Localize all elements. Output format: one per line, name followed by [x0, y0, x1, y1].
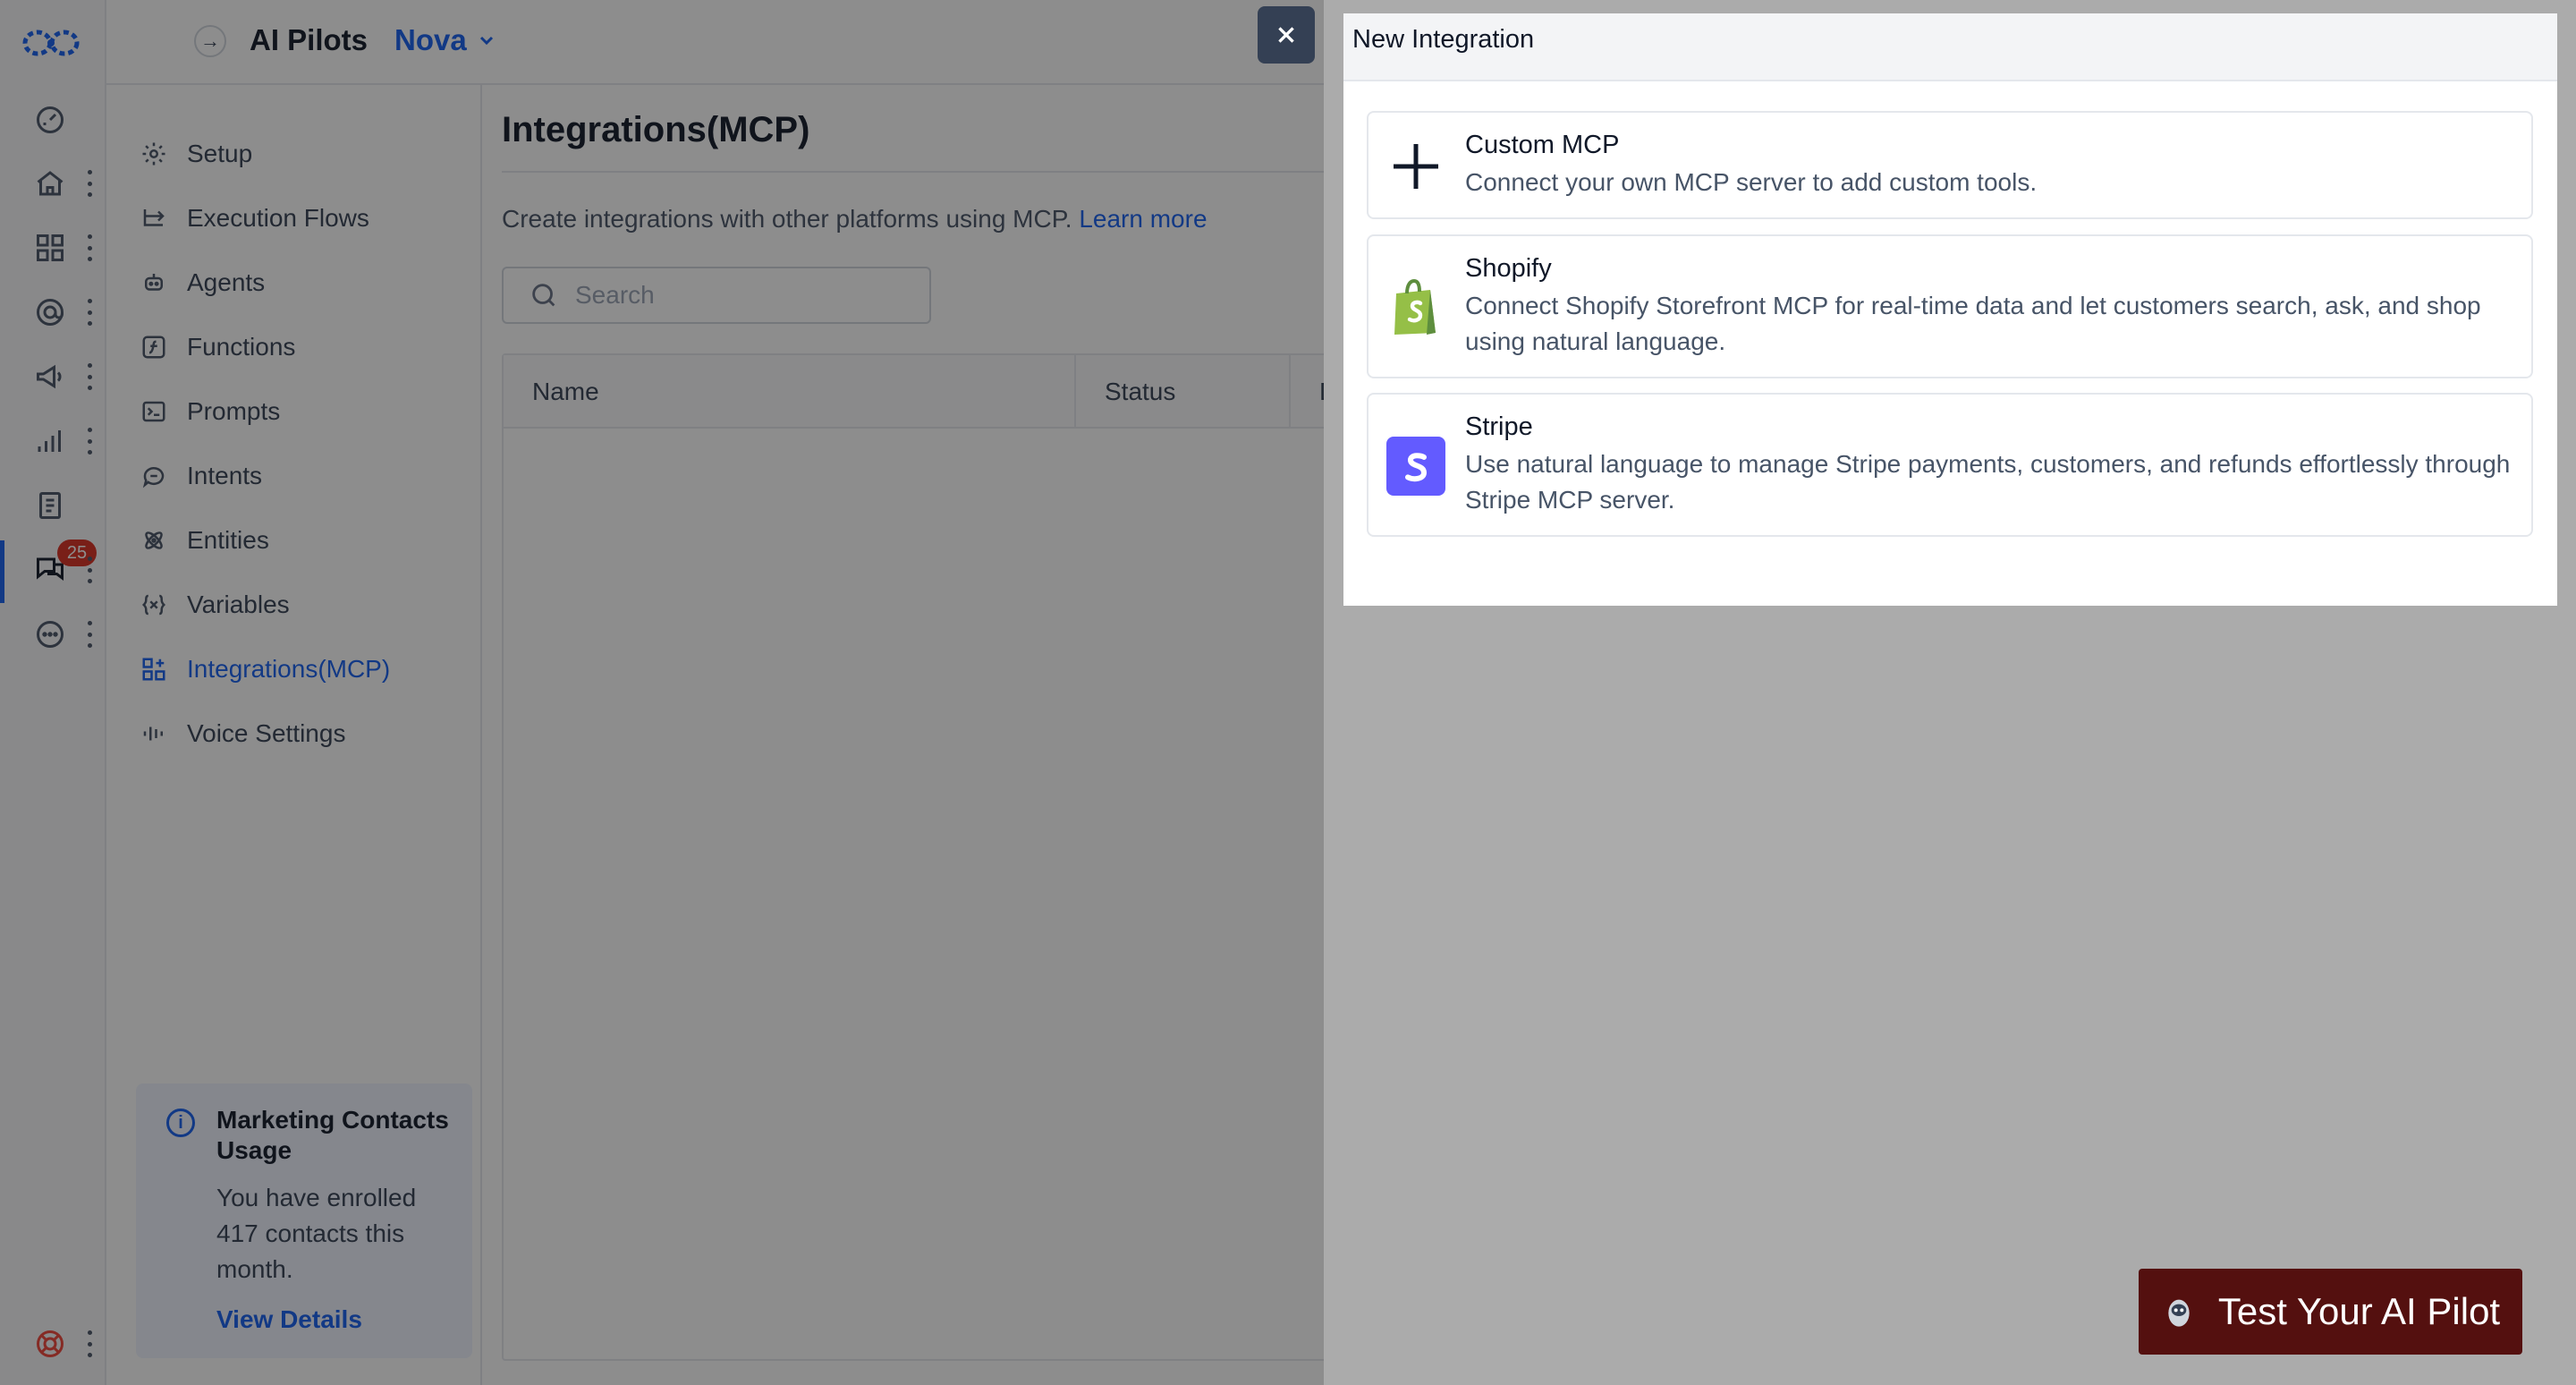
robot-icon: [2168, 1299, 2190, 1327]
integration-card-stripe[interactable]: Stripe Use natural language to manage St…: [1367, 393, 2533, 537]
panel-title: New Integration: [1352, 25, 1535, 54]
close-icon: [1278, 27, 1294, 43]
integration-description: Connect Shopify Storefront MCP for real-…: [1465, 292, 2481, 355]
plus-icon: [1386, 137, 1445, 196]
integration-description: Connect your own MCP server to add custo…: [1465, 168, 2038, 196]
close-button[interactable]: [1258, 6, 1315, 64]
new-integration-panel: New Integration Custom MCP Connect your …: [1343, 13, 2557, 606]
shopify-bag-icon: [1386, 277, 1445, 336]
test-ai-pilot-button[interactable]: Test Your AI Pilot: [2139, 1269, 2522, 1355]
integration-card-shopify[interactable]: Shopify Connect Shopify Storefront MCP f…: [1367, 234, 2533, 378]
integration-name: Shopify: [1465, 254, 1552, 283]
integration-name: Custom MCP: [1465, 131, 1620, 159]
integration-card-custom-mcp[interactable]: Custom MCP Connect your own MCP server t…: [1367, 111, 2533, 219]
test-button-label: Test Your AI Pilot: [2217, 1290, 2501, 1332]
integration-description: Use natural language to manage Stripe pa…: [1465, 450, 2511, 514]
integration-name: Stripe: [1465, 412, 1533, 441]
stripe-s-icon: [1386, 437, 1445, 496]
panel-header: New Integration: [1343, 13, 2557, 81]
